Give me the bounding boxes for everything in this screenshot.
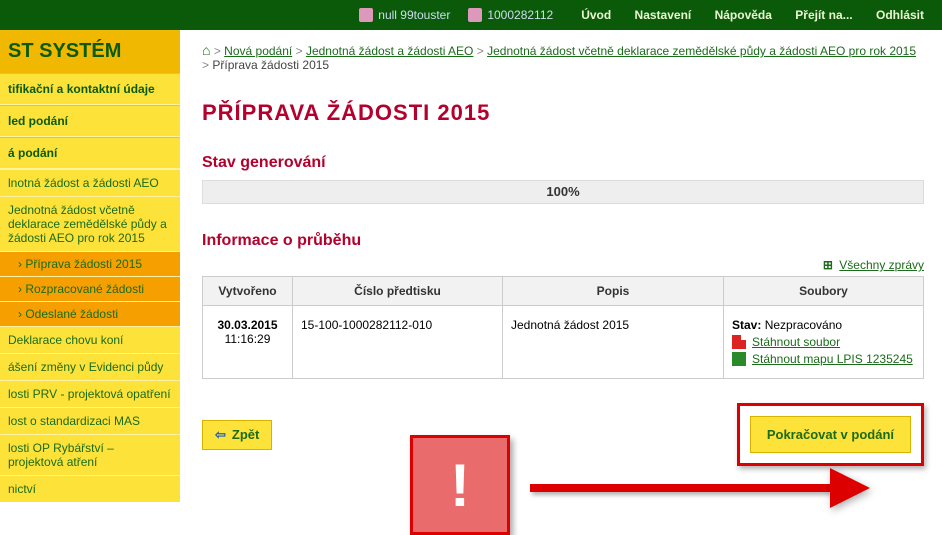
progress-bar: 100% (202, 180, 924, 204)
user-1-label: null 99touster (378, 8, 450, 22)
file-pdf-row: Stáhnout soubor (732, 335, 915, 349)
user-2[interactable]: 1000282112 (468, 8, 553, 22)
breadcrumb-sep: > (202, 58, 209, 72)
progress-label: 100% (203, 181, 923, 203)
avatar-icon (359, 8, 373, 22)
info-table: Vytvořeno Číslo předtisku Popis Soubory … (202, 276, 924, 379)
section-progress-title: Stav generování (202, 154, 924, 172)
user-2-label: 1000282112 (487, 8, 553, 22)
arrow-shaft (530, 484, 830, 492)
alert-callout: ! (410, 435, 510, 535)
download-lpis-link[interactable]: Stáhnout mapu LPIS 1235245 (752, 352, 913, 366)
breadcrumb-sep: > (296, 44, 303, 58)
row-date: 30.03.2015 (211, 318, 284, 332)
table-row: 30.03.2015 11:16:29 15-100-1000282112-01… (203, 306, 924, 379)
nav-nastaveni[interactable]: Nastavení (635, 8, 692, 22)
sidebar: ST SYSTÉM tifikační a kontaktní údaje le… (0, 30, 180, 502)
page-title: PŘÍPRAVA ŽÁDOSTI 2015 (202, 100, 924, 126)
sidebar-subitem-odeslane-label: Odeslané žádosti (25, 307, 118, 321)
all-messages-link[interactable]: Všechny zprávy (839, 258, 924, 272)
sidebar-subitem-odeslane[interactable]: › Odeslané žádosti (0, 301, 180, 326)
file-xls-row: Stáhnout mapu LPIS 1235245 (732, 352, 915, 366)
main-content: ⌂ > Nová podání > Jednotná žádost a žádo… (180, 30, 942, 502)
sidebar-subitem-priprava-label: Příprava žádosti 2015 (25, 257, 142, 271)
sidebar-item-prv[interactable]: losti PRV - projektová opatření (0, 380, 180, 407)
sidebar-head-nova[interactable]: á podání (0, 137, 180, 169)
nav-napoveda[interactable]: Nápověda (715, 8, 772, 22)
arrow-callout (530, 480, 870, 496)
continue-highlight: Pokračovat v podání (737, 403, 924, 466)
breadcrumb-sep: > (477, 44, 484, 58)
all-messages-row: ⊞ Všechny zprávy (202, 258, 924, 272)
nav-odhlasit[interactable]: Odhlásit (876, 8, 924, 22)
breadcrumb-4: Příprava žádosti 2015 (212, 58, 329, 72)
app-title: ST SYSTÉM (0, 30, 180, 73)
row-number: 15-100-1000282112-010 (293, 306, 503, 379)
file-status-label: Stav: (732, 318, 761, 332)
section-info-title: Informace o průběhu (202, 232, 924, 250)
plus-icon: ⊞ (823, 258, 833, 272)
sidebar-item-rybarstvi[interactable]: losti OP Rybářství – projektová atření (0, 434, 180, 475)
th-desc: Popis (503, 277, 724, 306)
arrow-left-icon: ⇦ (215, 427, 226, 443)
avatar-icon (468, 8, 482, 22)
pdf-icon (732, 335, 746, 349)
home-icon[interactable]: ⌂ (202, 42, 210, 58)
sidebar-item-nictvi[interactable]: nictví (0, 475, 180, 502)
file-status-value: Nezpracováno (765, 318, 842, 332)
sidebar-item-jz-2015[interactable]: Jednotná žádost včetně deklarace zeměděl… (0, 196, 180, 251)
row-desc: Jednotná žádost 2015 (503, 306, 724, 379)
chevron-right-icon: › (18, 307, 22, 321)
th-files: Soubory (724, 277, 924, 306)
th-number: Číslo předtisku (293, 277, 503, 306)
xls-icon (732, 352, 746, 366)
breadcrumb: ⌂ > Nová podání > Jednotná žádost a žádo… (202, 42, 924, 72)
th-created: Vytvořeno (203, 277, 293, 306)
sidebar-subitem-priprava[interactable]: › Příprava žádosti 2015 (0, 251, 180, 276)
bottom-actions: ⇦ Zpět Pokračovat v podání (202, 403, 924, 466)
sidebar-item-evidence-pudy[interactable]: ášení změny v Evidenci půdy (0, 353, 180, 380)
sidebar-item-kone[interactable]: Deklarace chovu koní (0, 326, 180, 353)
sidebar-subitem-rozpracovane[interactable]: › Rozpracované žádosti (0, 276, 180, 301)
sidebar-head-ident[interactable]: tifikační a kontaktní údaje (0, 73, 180, 105)
chevron-right-icon: › (18, 257, 22, 271)
topbar: null 99touster 1000282112 Úvod Nastavení… (0, 0, 942, 30)
file-status: Stav: Nezpracováno (732, 318, 915, 332)
sidebar-item-jz-aeo[interactable]: lnotná žádost a žádosti AEO (0, 169, 180, 196)
chevron-right-icon: › (18, 282, 22, 296)
sidebar-item-mas[interactable]: lost o standardizaci MAS (0, 407, 180, 434)
download-pdf-link[interactable]: Stáhnout soubor (752, 335, 840, 349)
back-button[interactable]: ⇦ Zpět (202, 420, 272, 450)
row-time: 11:16:29 (211, 332, 284, 346)
breadcrumb-2[interactable]: Jednotná žádost a žádosti AEO (306, 44, 473, 58)
nav-prejit-na[interactable]: Přejít na... (795, 8, 852, 22)
breadcrumb-sep: > (214, 44, 221, 58)
breadcrumb-3[interactable]: Jednotná žádost včetně deklarace zeměděl… (487, 44, 916, 58)
breadcrumb-1[interactable]: Nová podání (224, 44, 292, 58)
continue-button[interactable]: Pokračovat v podání (750, 416, 911, 453)
back-button-label: Zpět (232, 427, 259, 442)
sidebar-subitem-rozpracovane-label: Rozpracované žádosti (25, 282, 144, 296)
sidebar-head-prehled[interactable]: led podání (0, 105, 180, 137)
user-1[interactable]: null 99touster (359, 8, 450, 22)
nav-uvod[interactable]: Úvod (581, 8, 611, 22)
topnav: Úvod Nastavení Nápověda Přejít na... Odh… (571, 8, 934, 22)
arrow-head-icon (830, 468, 870, 508)
